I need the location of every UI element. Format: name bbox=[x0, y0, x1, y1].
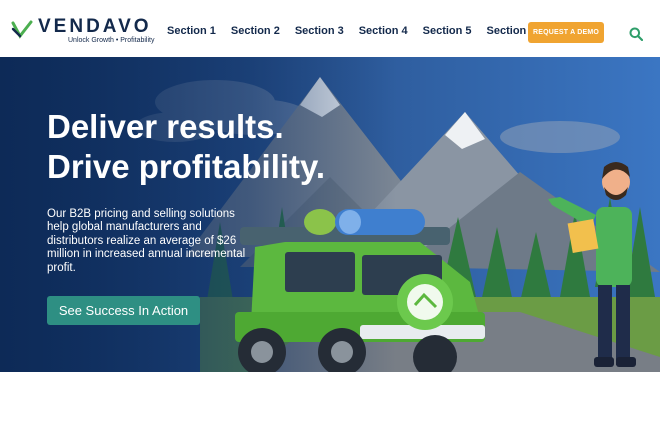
logo-wordmark: VENDAVO bbox=[38, 16, 152, 37]
nav-item-section-2[interactable]: Section 2 bbox=[231, 25, 280, 37]
vendavo-logo[interactable]: VENDAVO Unlock Growth • Profitability bbox=[11, 16, 155, 48]
site-header: VENDAVO Unlock Growth • Profitability Se… bbox=[0, 0, 660, 57]
hero-headline: Deliver results. Drive profitability. bbox=[47, 107, 325, 187]
nav-item-section-5[interactable]: Section 5 bbox=[423, 25, 472, 37]
search-icon[interactable] bbox=[629, 27, 643, 41]
nav-item-section-3[interactable]: Section 3 bbox=[295, 25, 344, 37]
hero-headline-line-2: Drive profitability. bbox=[47, 148, 326, 185]
hero-headline-line-1: Deliver results. bbox=[47, 108, 284, 145]
car-illustration bbox=[235, 209, 485, 372]
main-nav: Section 1 Section 2 Section 3 Section 4 … bbox=[167, 25, 550, 37]
hero-banner: Deliver results. Drive profitability. Ou… bbox=[0, 57, 660, 372]
vendavo-logo-icon bbox=[11, 20, 33, 39]
logo-tagline: Unlock Growth • Profitability bbox=[68, 37, 155, 44]
hero-description: Our B2B pricing and selling solutions he… bbox=[47, 208, 246, 274]
nav-item-section-1[interactable]: Section 1 bbox=[167, 25, 216, 37]
see-success-button[interactable]: See Success In Action bbox=[47, 296, 200, 325]
request-demo-button[interactable]: REQUEST A DEMO bbox=[528, 22, 604, 43]
nav-item-section-4[interactable]: Section 4 bbox=[359, 25, 408, 37]
